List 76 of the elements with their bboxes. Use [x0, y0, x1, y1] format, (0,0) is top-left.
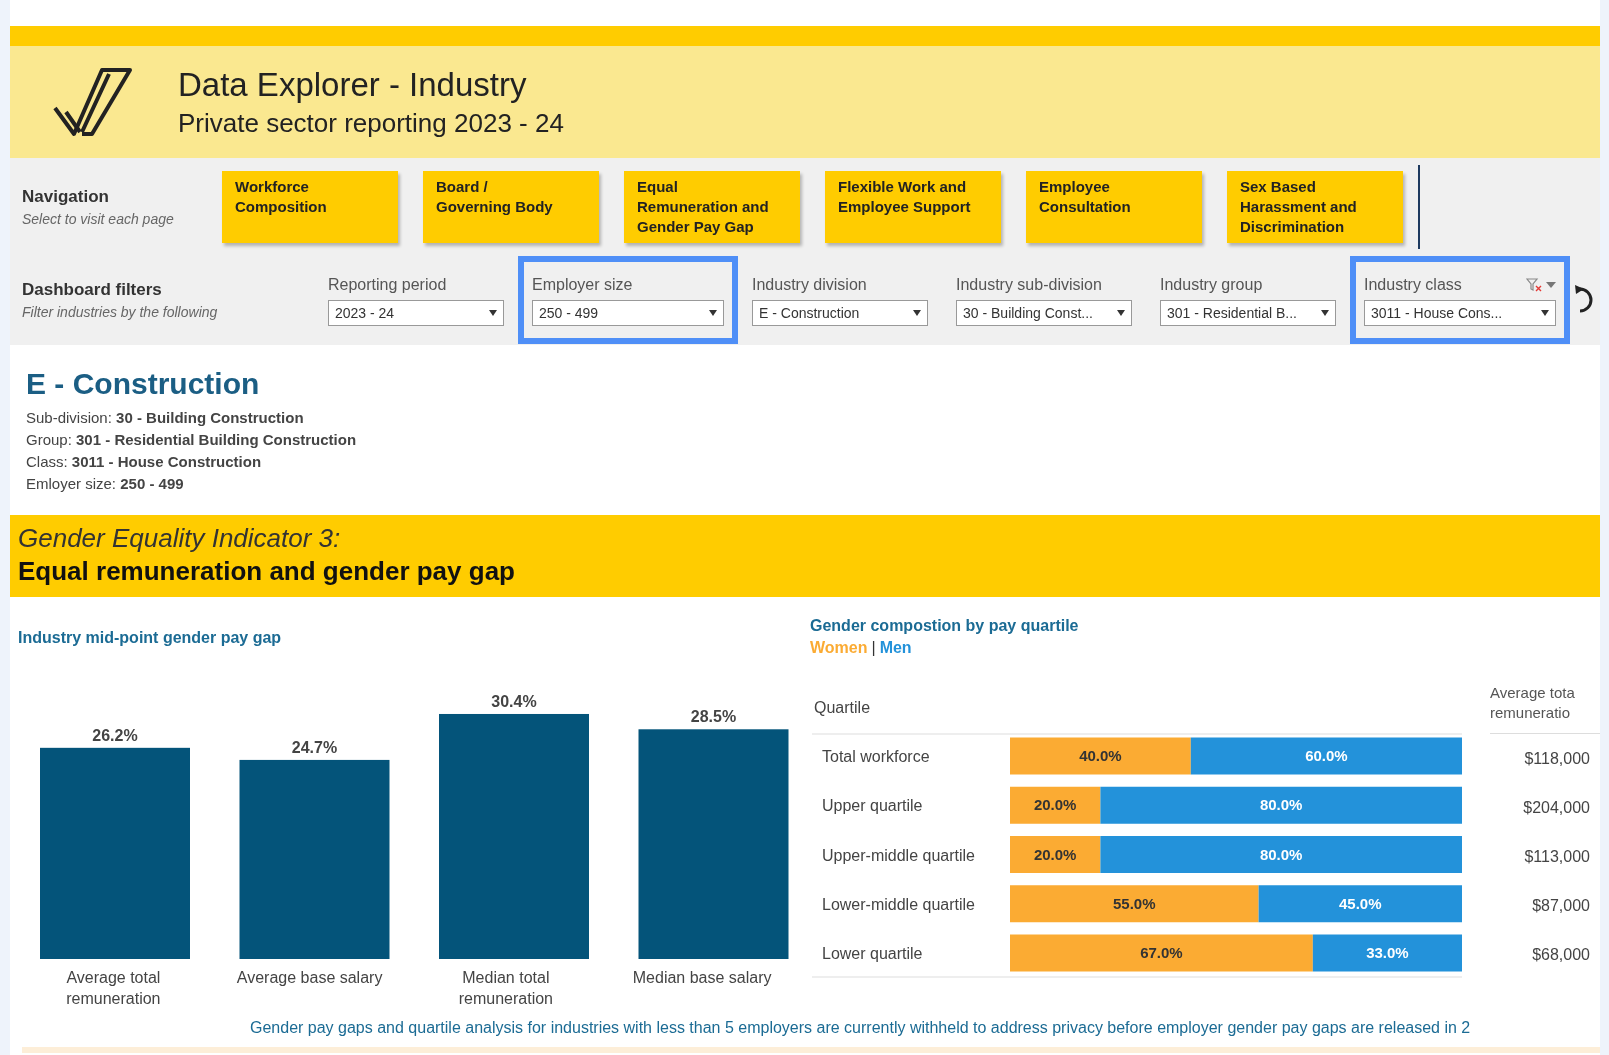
data-label: 40.0% [1079, 747, 1122, 764]
axis-label: Median base salary [631, 968, 773, 988]
data-label: 80.0% [1259, 845, 1303, 863]
row-label: Upper quartile [822, 797, 923, 815]
filters-label: Dashboard filters [22, 280, 163, 300]
filter-label: Industry division [752, 276, 868, 294]
indicator-kicker: Gender Equality Indicator 3: [18, 523, 342, 554]
legend-separator: | [871, 639, 876, 656]
caret-icon [489, 310, 497, 316]
checkmark-logo-icon [52, 66, 134, 138]
data-label: 67.0% [1140, 944, 1183, 961]
industry-detail: Class: 3011 - House Construction [26, 452, 263, 472]
data-label: 45.0% [1339, 894, 1382, 912]
data-label: 20.0% [1033, 796, 1077, 814]
industry-title: E - Construction [26, 367, 261, 401]
data-label: 80.0% [1259, 796, 1303, 814]
filter-label: Industry class [1364, 276, 1463, 294]
data-label: 26.2% [92, 726, 138, 744]
legend-label: Men [879, 639, 912, 656]
industry-detail: Group: 301 - Residential Building Construction [26, 430, 358, 450]
axis-label: Median total remuneration [457, 968, 554, 1009]
filter-dropdown[interactable]: 250 - 499 [532, 300, 724, 326]
filter-label: Industry group [1160, 276, 1264, 294]
navigation-label: Navigation [22, 186, 110, 207]
caret-icon [1541, 310, 1549, 316]
filters-hint: Filter industries by the following [22, 304, 219, 320]
navigation-hint: Select to visit each page [22, 210, 175, 227]
axis-label: Average base salary [235, 968, 384, 988]
data-label: 24.7% [291, 738, 338, 756]
data-label: 20.0% [1033, 845, 1077, 863]
filter-dropdown[interactable]: 2023 - 24 [328, 300, 504, 326]
filter-label: Industry sub-division [956, 276, 1103, 294]
data-label: 30.4% [491, 693, 537, 710]
filter-dropdown[interactable]: E - Construction [752, 300, 928, 326]
footnote: Gender pay gaps and quartile analysis for industries with less than 5 employers are currently withheld to address privacy before employer gender pay gaps are released in 2 [249, 1019, 1472, 1037]
dashboard-subtitle: Private sector reporting 2023 - 24 [178, 107, 564, 139]
nav-button[interactable]: Employee Consultation [1026, 170, 1202, 243]
caret-icon [913, 310, 921, 316]
nav-button[interactable]: Flexible Work and Employee Support [825, 170, 1001, 243]
industry-detail: Sub-division: 30 - Building Construction [26, 408, 305, 428]
chart-title: Industry mid-point gender pay gap [18, 629, 283, 647]
table-cell: $204,000 [1523, 798, 1590, 817]
nav-button[interactable]: Sex Based Harassment and Discrimination [1227, 170, 1403, 243]
column-header: Average tota remuneratio [1490, 683, 1600, 734]
data-label: 33.0% [1366, 944, 1409, 961]
filter-dropdown[interactable]: 3011 - House Cons... [1364, 300, 1556, 326]
nav-button[interactable]: Workforce Composition [222, 170, 398, 243]
caret-icon[interactable] [1546, 281, 1556, 289]
nav-button[interactable]: Board / Governing Body [423, 170, 599, 243]
dashboard-title: Data Explorer - Industry [178, 65, 528, 104]
filter-dropdown[interactable]: 301 - Residential B... [1160, 300, 1336, 326]
industry-detail: Emloyer size: 250 - 499 [26, 474, 185, 494]
axis-label: Average total remuneration [65, 968, 162, 1009]
row-label: Upper-middle quartile [822, 846, 975, 864]
caret-icon [1117, 310, 1125, 316]
chart-title: Gender compostion by pay quartile [810, 617, 1080, 635]
clear-filter-icon[interactable] [1526, 278, 1542, 292]
filter-label: Reporting period [328, 276, 448, 294]
data-label: 60.0% [1305, 747, 1348, 764]
row-label: Lower-middle quartile [822, 895, 975, 913]
indicator-title: Equal remuneration and gender pay gap [18, 556, 516, 587]
table-cell: $118,000 [1524, 749, 1590, 768]
row-label: Lower quartile [822, 945, 923, 962]
row-label: Total workforce [822, 748, 930, 765]
legend-label: Women [810, 639, 868, 656]
data-label: 28.5% [690, 708, 737, 726]
filter-dropdown[interactable]: 30 - Building Const... [956, 300, 1132, 326]
nav-button[interactable]: Equal Remuneration and Gender Pay Gap [624, 170, 800, 243]
column-header: Quartile [814, 699, 871, 716]
caret-icon [709, 310, 717, 316]
data-label: 55.0% [1113, 894, 1156, 912]
table-cell: $87,000 [1532, 896, 1590, 915]
table-cell: $68,000 [1532, 945, 1590, 964]
filter-label: Employer size [532, 276, 634, 294]
caret-icon [1321, 310, 1329, 316]
table-cell: $113,000 [1524, 847, 1590, 866]
